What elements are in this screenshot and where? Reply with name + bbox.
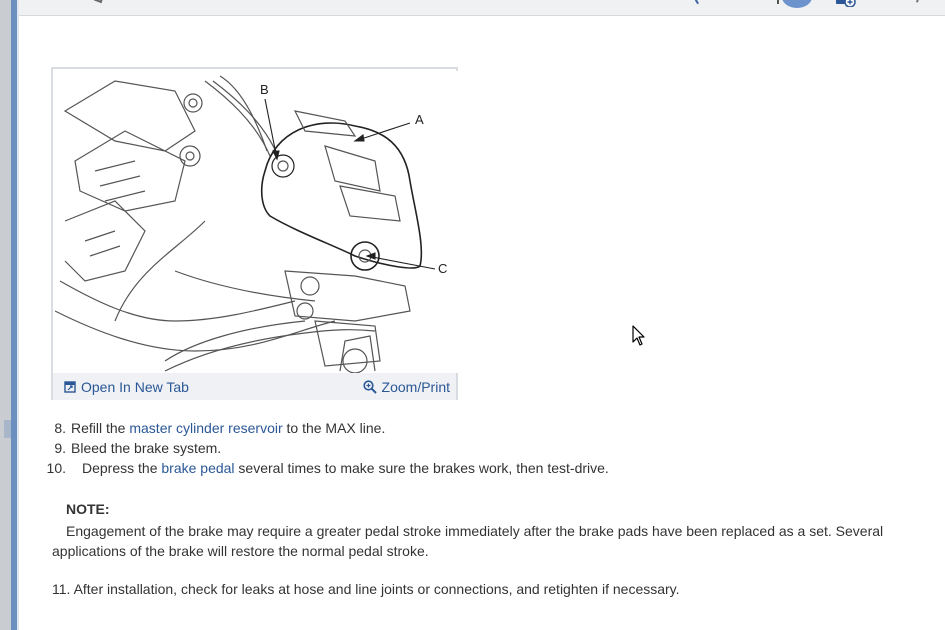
brake-pedal-link[interactable]: brake pedal [161,460,234,476]
step-text-after: several times to make sure the brakes wo… [234,460,609,476]
toolbar-partial-glyph [913,0,920,3]
mouse-cursor-icon [632,325,645,346]
open-in-new-tab-label: Open In New Tab [81,379,189,395]
zoom-magnifier-icon [362,380,377,394]
top-toolbar [19,0,945,16]
step-text: Refill the master cylinder reservoir to … [71,420,385,436]
callout-c-label: C [438,261,447,276]
zoom-print-label: Zoom/Print [381,379,450,395]
note-body: Engagement of the brake may require a gr… [52,523,884,559]
brake-caliper-illustration: A B C [55,71,458,373]
toolbar-partial-glyph [775,0,779,4]
zoom-print-link[interactable]: Zoom/Print [362,379,450,395]
open-new-tab-icon [64,381,76,393]
left-edge-highlight [17,0,19,630]
brake-caliper-figure[interactable]: A B C Open In New Tab Zoom/Print [51,67,458,400]
step-text: Bleed the brake system. [71,440,222,456]
step-text-before: Depress the [82,460,162,476]
add-bookmark-icon[interactable] [835,0,857,7]
toolbar-partial-glyph [93,0,105,4]
note-title: NOTE: [66,501,110,517]
callout-a-label: A [415,112,424,127]
avatar[interactable] [782,0,812,8]
step-number: 8. [54,420,66,436]
step-text: Depress the brake pedal several times to… [82,460,609,476]
step-number: 9. [54,440,66,456]
step-text-after: to the MAX line. [282,420,386,436]
back-arrow-icon[interactable] [693,0,704,5]
master-cylinder-reservoir-link[interactable]: master cylinder reservoir [129,420,282,436]
step-text-before: Refill the [71,420,130,436]
left-panel-strip [0,0,11,630]
step-11: 11. After installation, check for leaks … [52,581,680,597]
step-number: 10. [46,460,66,476]
open-in-new-tab-link[interactable]: Open In New Tab [64,379,189,395]
step-number: 11. [52,581,71,597]
step-text: After installation, check for leaks at h… [73,581,680,597]
figure-action-bar: Open In New Tab Zoom/Print [53,373,456,400]
callout-b-label: B [260,82,269,97]
